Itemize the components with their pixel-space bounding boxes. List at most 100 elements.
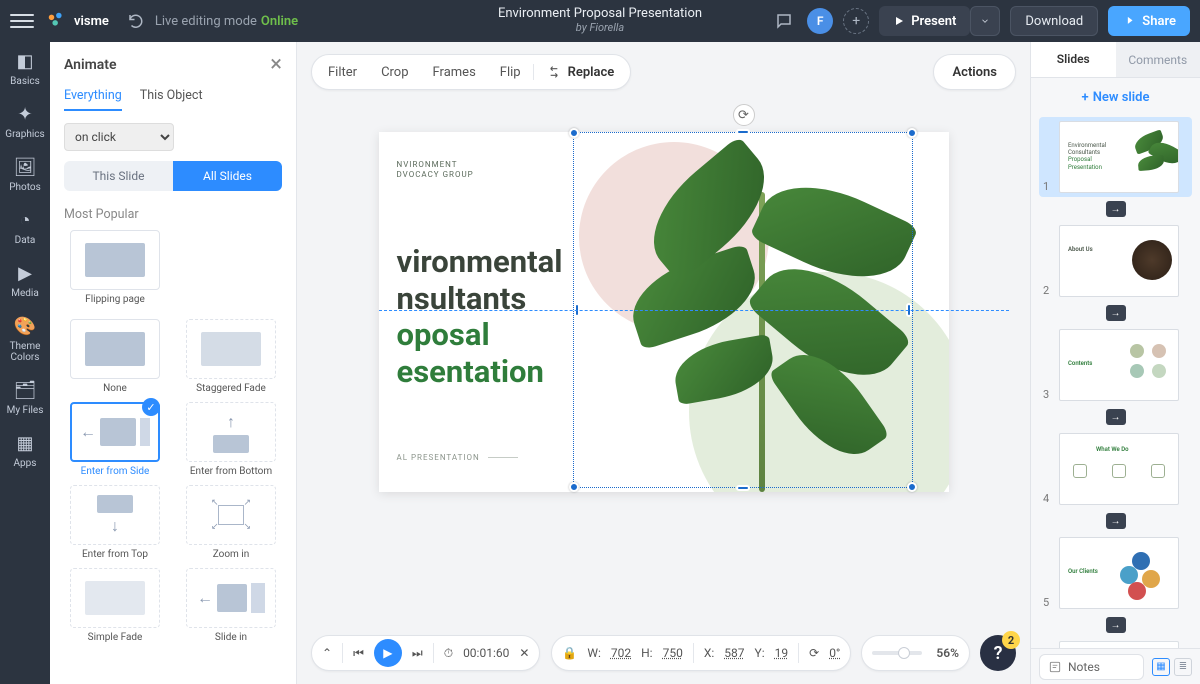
slide-thumb-1[interactable]: 1 EnvironmentalConsultants ProposalPrese… (1039, 117, 1192, 197)
slide-title-text: vironmental nsultants oposal esentation (397, 244, 563, 390)
graphics-icon: ✦ (14, 103, 36, 125)
rail-graphics[interactable]: ✦Graphics (5, 103, 44, 140)
editing-mode-label: Live editing mode (155, 14, 257, 29)
scope-all-slides[interactable]: All Slides (173, 161, 282, 191)
clear-timer-button[interactable]: ✕ (519, 646, 529, 660)
list-view-icon[interactable]: ≣ (1174, 658, 1192, 676)
image-toolbar: Filter Crop Frames Flip Replace (311, 54, 631, 90)
notes-icon (1048, 660, 1062, 674)
rail-basics[interactable]: ◧Basics (10, 50, 40, 87)
slide-thumb-6[interactable] (1039, 637, 1192, 648)
zoom-control[interactable]: 56% (861, 635, 970, 671)
transition-5[interactable]: → (1106, 617, 1126, 633)
rail-apps[interactable]: ▦Apps (14, 432, 37, 469)
grid-view-icon[interactable]: ▦ (1152, 658, 1170, 676)
present-button[interactable]: Present (879, 6, 970, 36)
download-button[interactable]: Download (1010, 6, 1098, 36)
rotate-handle[interactable]: ⟳ (733, 104, 755, 126)
top-bar: visme Live editing mode Online Environme… (0, 0, 1200, 42)
user-avatar[interactable]: F (807, 8, 833, 34)
plant-image[interactable] (579, 132, 949, 492)
zoom-value: 56% (936, 646, 959, 660)
flip-button[interactable]: Flip (488, 65, 533, 80)
canvas-area: Filter Crop Frames Flip Replace Actions … (297, 42, 1030, 684)
add-collaborator-button[interactable]: + (843, 8, 869, 34)
slide-subtitle: NVIRONMENT DVOCACY GROUP (397, 160, 474, 181)
width-value[interactable]: 702 (611, 646, 631, 660)
transition-4[interactable]: → (1106, 513, 1126, 529)
basics-icon: ◧ (14, 50, 36, 72)
timer-icon: ⏱ (444, 646, 453, 661)
present-dropdown[interactable] (970, 6, 1000, 36)
left-rail: ◧Basics ✦Graphics 🖼Photos ◔Data ▶Media 🎨… (0, 42, 50, 684)
most-popular-label: Most Popular (50, 203, 296, 230)
lock-icon[interactable]: 🔒 (562, 646, 577, 660)
undo-icon[interactable] (127, 12, 145, 30)
palette-icon: 🎨 (14, 315, 36, 337)
anim-simple-fade[interactable]: Simple Fade (64, 568, 166, 643)
play-button[interactable]: ▶ (374, 639, 402, 667)
new-slide-button[interactable]: + New slide (1082, 90, 1150, 105)
share-icon (1122, 14, 1136, 28)
files-icon: 🗂 (14, 379, 36, 401)
anim-flipping-page[interactable]: Flipping page (64, 230, 166, 305)
notes-button[interactable]: Notes (1039, 654, 1144, 680)
horizontal-guide (379, 310, 1009, 311)
slide-thumb-4[interactable]: 4 What We Do (1039, 429, 1192, 509)
logo-icon (46, 10, 68, 32)
transform-readout: 🔒 W: 702 H: 750 X: 587 Y: 19 ⟳ 0° (551, 635, 851, 671)
collapse-icon[interactable]: ⌃ (322, 646, 332, 660)
project-title[interactable]: Environment Proposal Presentation (498, 6, 702, 21)
rotation-icon: ⟳ (809, 646, 819, 660)
anim-staggered-fade[interactable]: Staggered Fade (180, 319, 282, 394)
rail-media[interactable]: ▶Media (11, 262, 39, 299)
anim-zoom-in[interactable]: ↖↗↙↘ Zoom in (180, 485, 282, 560)
scope-this-slide[interactable]: This Slide (64, 161, 173, 191)
playback-controls: ⌃ ⏮ ▶ ⏭ ⏱ 00:01:60 ✕ (311, 635, 540, 671)
prev-slide-button[interactable]: ⏮ (353, 646, 364, 661)
replace-button[interactable]: Replace (533, 64, 627, 80)
share-button[interactable]: Share (1108, 6, 1190, 36)
right-panel: Slides Comments + New slide 1 Environmen… (1030, 42, 1200, 684)
height-value[interactable]: 750 (663, 646, 683, 660)
rail-my-files[interactable]: 🗂My Files (7, 379, 44, 416)
anim-enter-from-top[interactable]: ↓ Enter from Top (64, 485, 166, 560)
anim-none[interactable]: None (64, 319, 166, 394)
tab-everything[interactable]: Everything (64, 88, 122, 111)
rail-photos[interactable]: 🖼Photos (9, 156, 41, 193)
chevron-down-icon (980, 16, 990, 26)
frames-button[interactable]: Frames (421, 65, 488, 80)
anim-enter-from-side[interactable]: ✓ ← Enter from Side (64, 402, 166, 477)
visme-logo[interactable]: visme (46, 10, 109, 32)
tab-this-object[interactable]: This Object (140, 88, 203, 111)
help-button[interactable]: ? 2 (980, 635, 1016, 671)
data-icon: ◔ (14, 209, 36, 231)
transition-2[interactable]: → (1106, 305, 1126, 321)
next-slide-button[interactable]: ⏭ (412, 646, 423, 661)
animate-title: Animate (64, 57, 117, 73)
menu-button[interactable] (10, 9, 34, 33)
slide-canvas[interactable]: NVIRONMENT DVOCACY GROUP vironmental nsu… (379, 132, 949, 492)
filter-button[interactable]: Filter (316, 65, 369, 80)
actions-button[interactable]: Actions (933, 54, 1016, 90)
crop-button[interactable]: Crop (369, 65, 420, 80)
slide-thumb-3[interactable]: 3 Contents (1039, 325, 1192, 405)
rotation-value[interactable]: 0° (829, 646, 840, 660)
anim-slide-in[interactable]: ← Slide in (180, 568, 282, 643)
close-panel-button[interactable]: × (270, 54, 282, 76)
slide-thumb-5[interactable]: 5 Our Clients (1039, 533, 1192, 613)
anim-enter-from-bottom[interactable]: ↑ Enter from Bottom (180, 402, 282, 477)
rail-data[interactable]: ◔Data (14, 209, 36, 246)
replace-icon (546, 64, 562, 80)
y-value[interactable]: 19 (775, 646, 789, 660)
animate-panel: Animate × Everything This Object on clic… (50, 42, 297, 684)
transition-1[interactable]: → (1106, 201, 1126, 217)
x-value[interactable]: 587 (724, 646, 744, 660)
rail-theme-colors[interactable]: 🎨Theme Colors (0, 315, 50, 363)
tab-slides[interactable]: Slides (1031, 42, 1116, 77)
chat-icon[interactable] (771, 8, 797, 34)
slide-thumb-2[interactable]: 2 About Us (1039, 221, 1192, 301)
transition-3[interactable]: → (1106, 409, 1126, 425)
tab-comments[interactable]: Comments (1116, 42, 1200, 77)
trigger-select[interactable]: on click (64, 123, 174, 151)
